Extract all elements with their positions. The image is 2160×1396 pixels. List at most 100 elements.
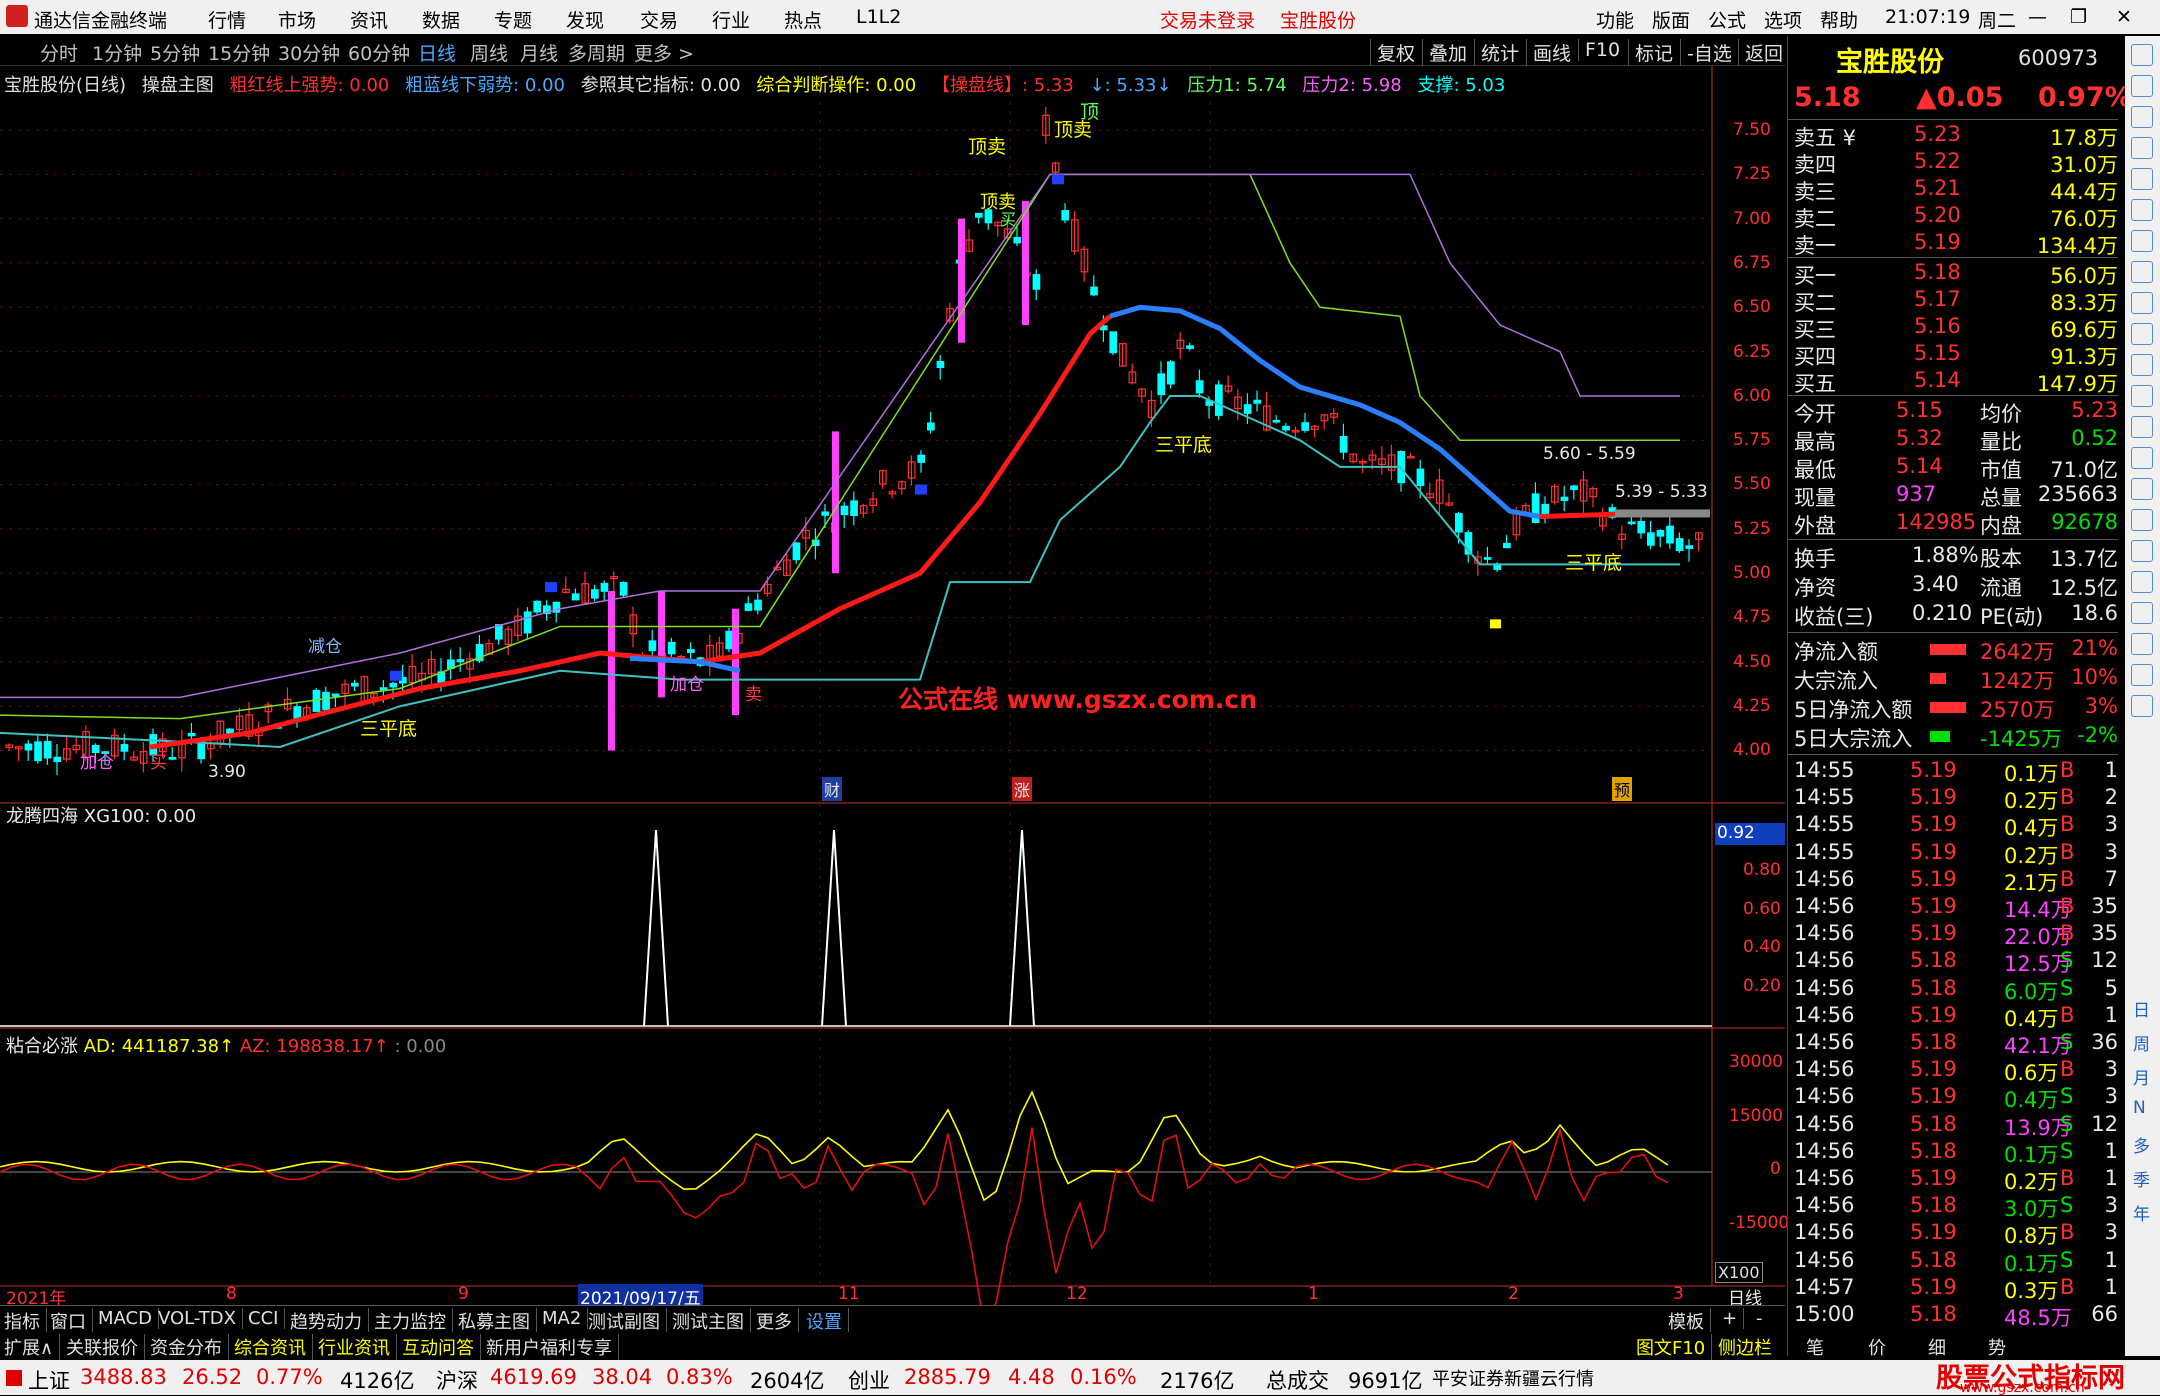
period-fenshi[interactable]: 分时 [40,39,78,66]
ext-fuli[interactable]: 新用户福利专享 [486,1334,619,1360]
btn-huaxian[interactable]: 画线 [1526,39,1571,66]
marker-cai[interactable]: 财 [822,777,843,801]
period-weekly[interactable]: 周线 [470,39,508,66]
side-period-3[interactable]: N [2133,1098,2146,1118]
tab-qushi[interactable]: 趋势动力 [290,1308,369,1334]
menu-xuanxiang[interactable]: 选项 [1764,6,1802,33]
menu-banmian[interactable]: 版面 [1652,6,1690,33]
menu-redian[interactable]: 热点 [784,6,822,33]
side-tool-icon[interactable] [2131,633,2153,655]
side-tool-icon[interactable] [2131,199,2153,221]
side-tool-icon[interactable] [2131,354,2153,376]
period-60min[interactable]: 60分钟 [348,39,410,66]
sub1-title[interactable]: 龙腾四海 [6,806,78,827]
menu-shichang[interactable]: 市场 [278,6,316,33]
menu-zixun[interactable]: 资讯 [350,6,388,33]
login-status[interactable]: 交易未登录 [1160,6,1255,33]
side-period-1[interactable]: 周 [2133,1030,2150,1055]
side-tool-icon[interactable] [2131,664,2153,686]
side-tool-icon[interactable] [2131,695,2153,717]
side-tool-icon[interactable] [2131,106,2153,128]
ext-hudong[interactable]: 互动问答 [402,1334,481,1360]
tab-macd[interactable]: MACD [98,1308,159,1329]
tab-cci[interactable]: CCI [248,1308,286,1329]
side-tool-icon[interactable] [2131,478,2153,500]
btn-zixuan[interactable]: -自选 [1680,39,1732,66]
cy-name[interactable]: 创业 [848,1365,890,1395]
side-tool-icon[interactable] [2131,509,2153,531]
menu-faxian[interactable]: 发现 [566,6,604,33]
marker-zhang[interactable]: 涨 [1012,777,1033,801]
menu-bangzhu[interactable]: 帮助 [1820,6,1858,33]
menu-shuju[interactable]: 数据 [422,6,460,33]
ext-expand[interactable]: 扩展∧ [4,1334,61,1360]
ext-f10[interactable]: 图文F10 [1636,1334,1713,1360]
side-tool-icon[interactable] [2131,292,2153,314]
side-tool-icon[interactable] [2131,447,2153,469]
tab-zhibiao[interactable]: 指标 [4,1308,47,1334]
side-period-6[interactable]: 年 [2133,1200,2150,1225]
marker-yu[interactable]: 预 [1612,777,1633,801]
menu-hangye[interactable]: 行业 [712,6,750,33]
close-icon[interactable]: ✕ [2116,6,2132,28]
side-tool-icon[interactable] [2131,230,2153,252]
kline-chart[interactable] [0,66,1785,1305]
side-period-4[interactable]: 多 [2133,1132,2150,1157]
tab-simu[interactable]: 私募主图 [458,1308,537,1334]
btn-fuquan[interactable]: 复权 [1370,39,1415,66]
btn-f10[interactable]: F10 [1578,39,1620,61]
period-30min[interactable]: 30分钟 [278,39,340,66]
sh-name[interactable]: 上证 [28,1365,70,1395]
tab-ma2[interactable]: MA2 [542,1308,589,1329]
btn-remove-pane[interactable]: - [1756,1308,1769,1329]
sub2-scale[interactable]: X100 [1715,1262,1763,1283]
period-monthly[interactable]: 月线 [520,39,558,66]
period-15min[interactable]: 15分钟 [208,39,270,66]
side-period-2[interactable]: 月 [2133,1064,2150,1089]
tab-ceshifu[interactable]: 测试副图 [588,1308,667,1334]
btn-biaoji[interactable]: 标记 [1628,39,1673,66]
side-tool-icon[interactable] [2131,261,2153,283]
ext-guanlian[interactable]: 关联报价 [66,1334,145,1360]
menu-gongneng[interactable]: 功能 [1596,6,1634,33]
menu-hangqing[interactable]: 行情 [208,6,246,33]
period-multi[interactable]: 多周期 [568,39,625,66]
ext-zijin[interactable]: 资金分布 [150,1334,229,1360]
sub2-title[interactable]: 粘合必涨 [6,1036,78,1057]
menu-l1l2[interactable]: L1L2 [856,6,901,28]
period-5min[interactable]: 5分钟 [150,39,200,66]
side-tool-icon[interactable] [2131,416,2153,438]
qtab-jia[interactable]: 价 [1868,1334,1886,1360]
tab-more[interactable]: 更多 [756,1308,799,1334]
menu-gongshi[interactable]: 公式 [1708,6,1746,33]
tab-chuangkou[interactable]: 窗口 [50,1308,93,1334]
btn-fanhui[interactable]: 返回 [1738,39,1783,66]
tab-vol[interactable]: VOL-TDX [158,1308,243,1329]
btn-add-pane[interactable]: + [1722,1308,1745,1329]
btn-template[interactable]: 模板 [1668,1308,1711,1334]
tab-settings[interactable]: 设置 [806,1308,849,1334]
minimize-icon[interactable]: — [2028,6,2047,28]
side-tool-icon[interactable] [2131,385,2153,407]
menu-zhuanti[interactable]: 专题 [494,6,532,33]
sz-name[interactable]: 沪深 [436,1365,478,1395]
period-more[interactable]: 更多 > [634,39,694,66]
qtab-bi[interactable]: 笔 [1806,1334,1824,1360]
ext-hangye[interactable]: 行业资讯 [318,1334,397,1360]
period-daily[interactable]: 日线 [418,39,456,66]
side-tool-icon[interactable] [2131,44,2153,66]
ext-zonghe[interactable]: 综合资讯 [234,1334,313,1360]
side-tool-icon[interactable] [2131,323,2153,345]
side-period-5[interactable]: 季 [2133,1166,2150,1191]
btn-diejia[interactable]: 叠加 [1422,39,1467,66]
restore-icon[interactable]: ❐ [2070,6,2087,28]
side-tool-icon[interactable] [2131,137,2153,159]
side-tool-icon[interactable] [2131,602,2153,624]
tab-zhuli[interactable]: 主力监控 [374,1308,453,1334]
period-1min[interactable]: 1分钟 [92,39,142,66]
menu-jiaoyi[interactable]: 交易 [640,6,678,33]
side-tool-icon[interactable] [2131,571,2153,593]
tab-ceshizhu[interactable]: 测试主图 [672,1308,751,1334]
side-period-0[interactable]: 日 [2133,996,2150,1021]
side-tool-icon[interactable] [2131,168,2153,190]
